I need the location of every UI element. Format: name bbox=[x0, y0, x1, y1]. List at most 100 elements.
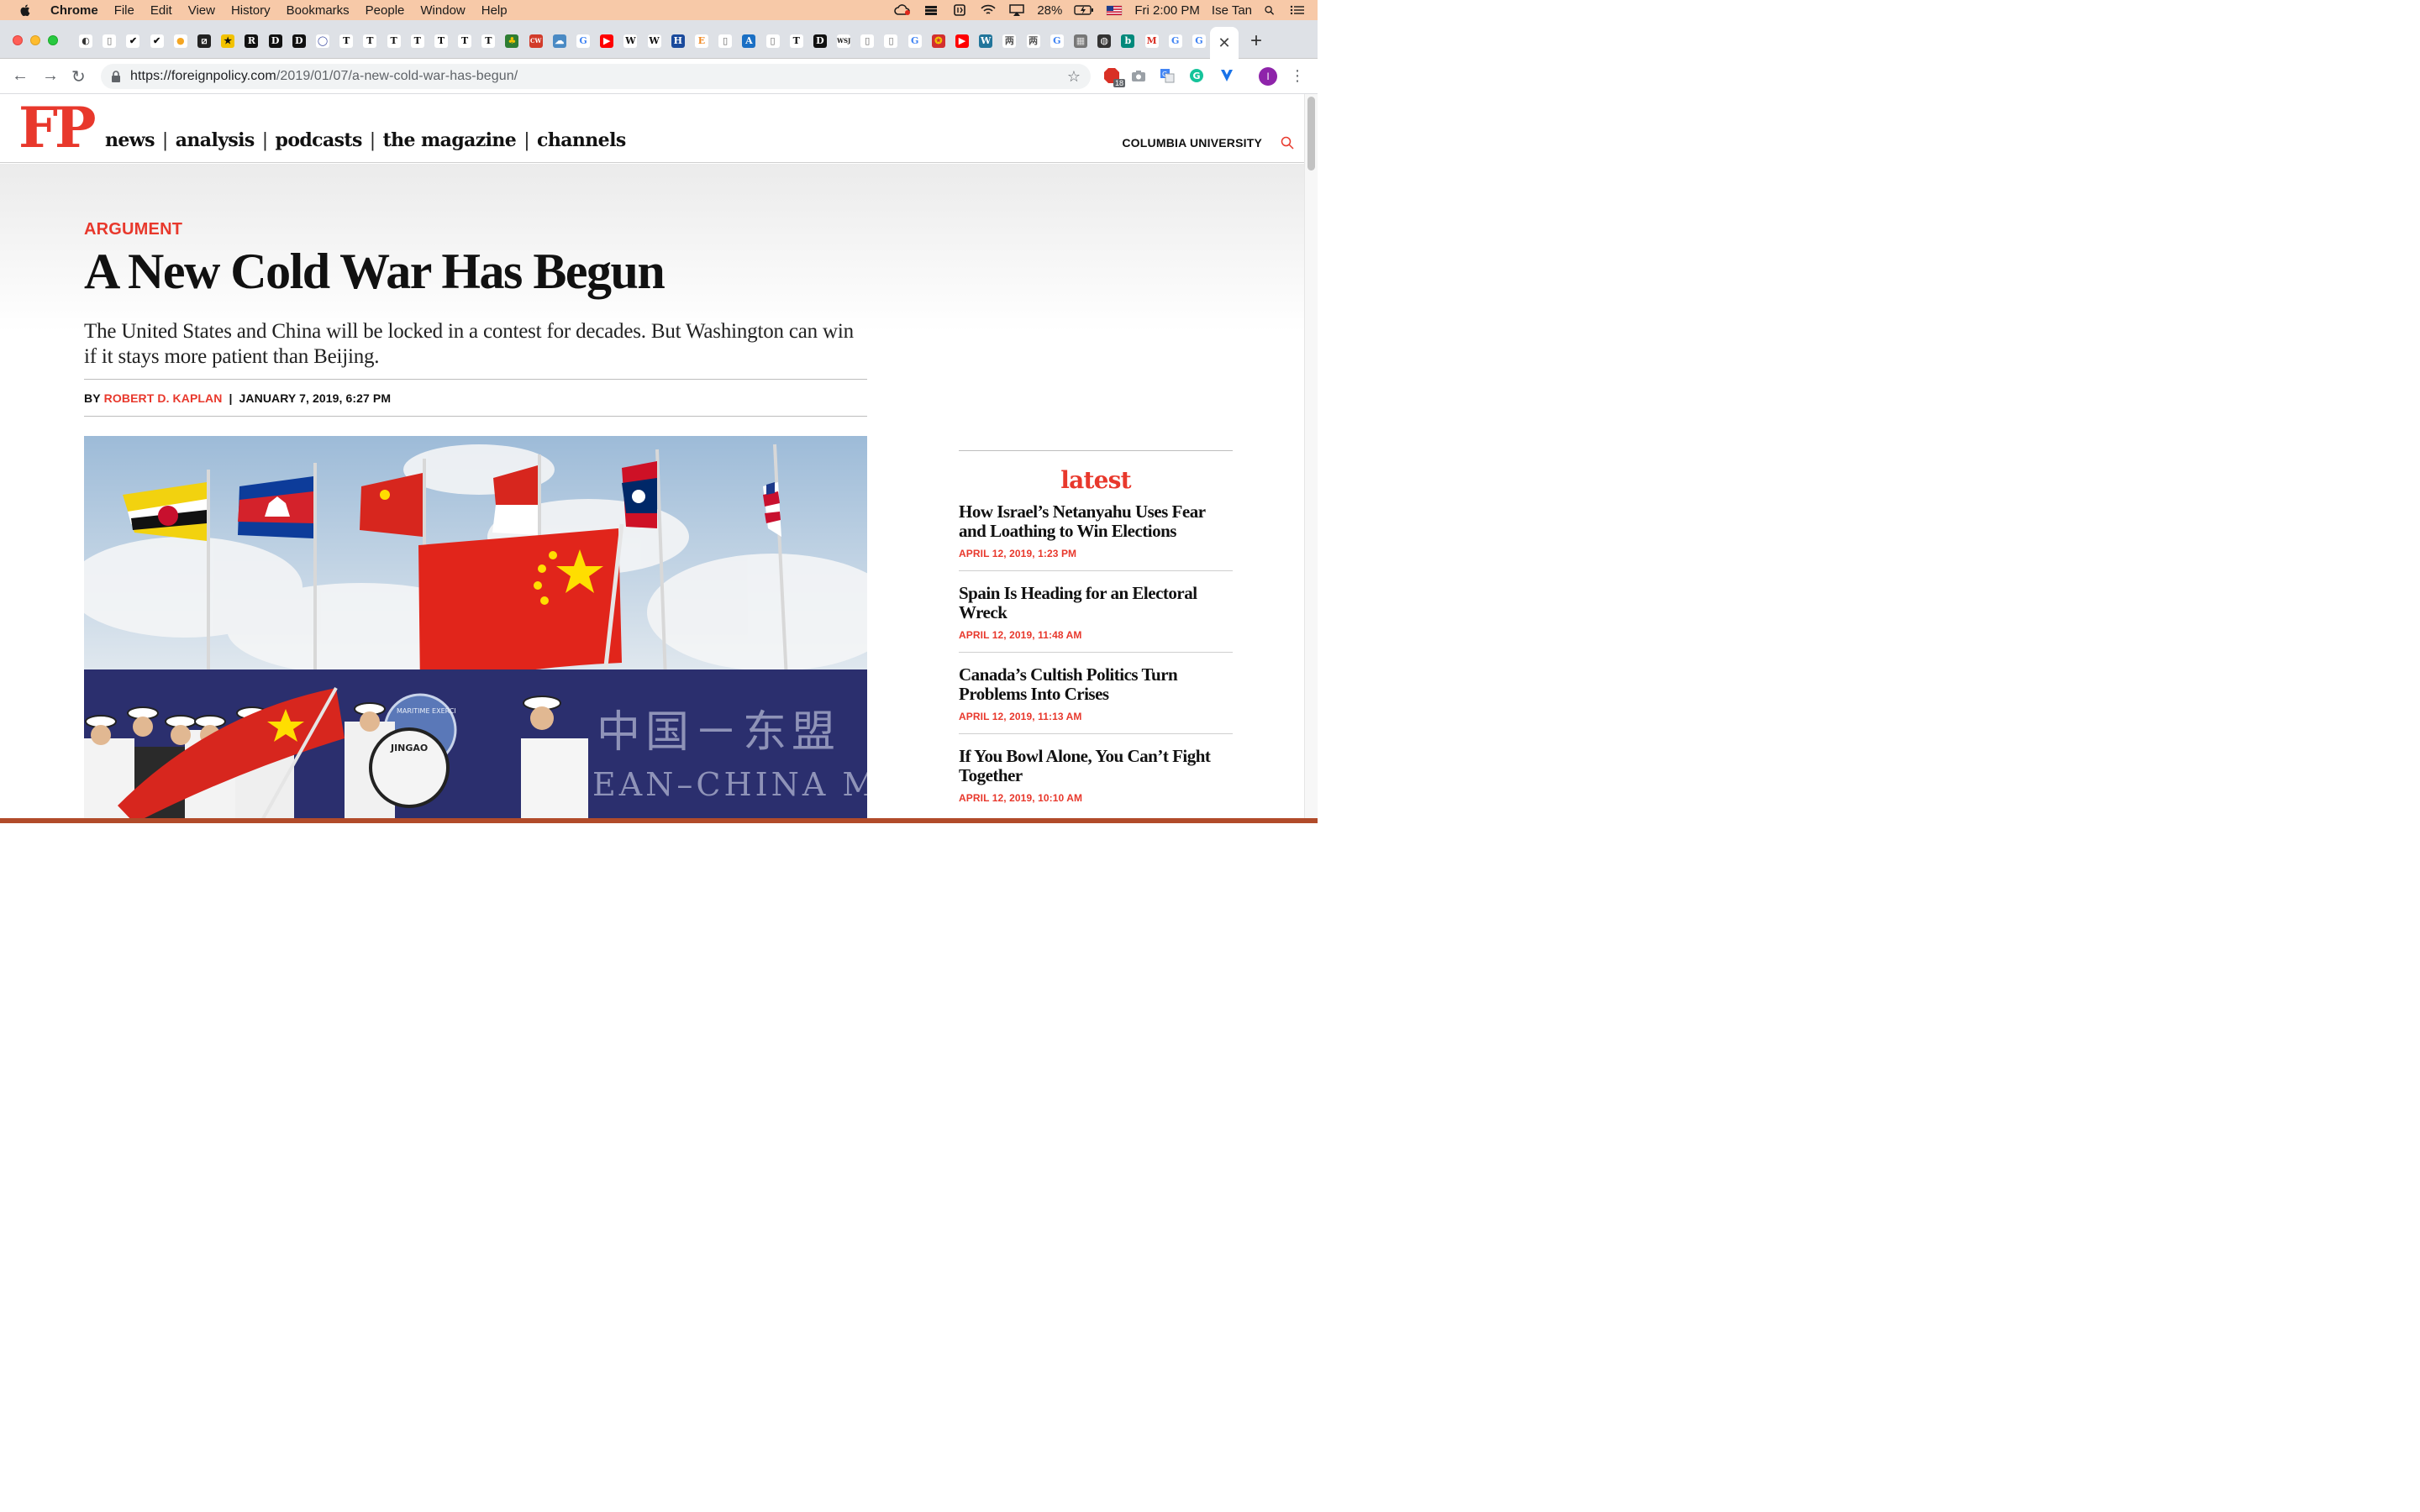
pinned-tab[interactable]: T bbox=[476, 32, 500, 50]
latest-item-headline[interactable]: Canada’s Cultish Politics Turn Problems … bbox=[959, 665, 1233, 704]
pinned-tab[interactable]: T bbox=[785, 32, 808, 50]
pinned-tab[interactable]: G bbox=[1045, 32, 1069, 50]
window-minimize-button[interactable] bbox=[30, 35, 40, 45]
author-link[interactable]: ROBERT D. KAPLAN bbox=[104, 391, 223, 405]
pinned-tab[interactable]: b bbox=[1116, 32, 1139, 50]
page-scrollbar[interactable] bbox=[1304, 94, 1318, 823]
pinned-tab[interactable]: M bbox=[1139, 32, 1163, 50]
extension-camera[interactable] bbox=[1130, 67, 1147, 84]
search-icon[interactable] bbox=[1281, 136, 1294, 150]
url-text[interactable]: https://foreignpolicy.com/2019/01/07/a-n… bbox=[130, 69, 518, 84]
pinned-tab[interactable]: ♣ bbox=[500, 32, 523, 50]
institution-link[interactable]: COLUMBIA UNIVERSITY bbox=[1122, 136, 1262, 150]
notification-center-icon[interactable] bbox=[1289, 4, 1306, 16]
menubar-user-name[interactable]: Ise Tan bbox=[1212, 3, 1252, 18]
pinned-tab[interactable]: ● bbox=[169, 32, 192, 50]
menu-people[interactable]: People bbox=[366, 3, 405, 18]
battery-charging-icon[interactable] bbox=[1074, 4, 1094, 16]
window-zoom-button[interactable] bbox=[48, 35, 58, 45]
pinned-tab[interactable]: G bbox=[1187, 32, 1211, 50]
pinned-tab[interactable]: D bbox=[287, 32, 311, 50]
extension-grammarly[interactable]: G bbox=[1188, 67, 1205, 84]
forward-button[interactable]: → bbox=[42, 66, 59, 86]
apple-menu-icon[interactable] bbox=[18, 3, 32, 17]
pinned-tab[interactable]: ▯ bbox=[855, 32, 879, 50]
pinned-tab[interactable]: A bbox=[737, 32, 760, 50]
pinned-tab[interactable]: T bbox=[406, 32, 429, 50]
battery-percentage[interactable]: 28% bbox=[1037, 3, 1062, 18]
pinned-tab[interactable]: D bbox=[264, 32, 287, 50]
menu-help[interactable]: Help bbox=[481, 3, 508, 18]
pinned-tab[interactable]: T bbox=[358, 32, 381, 50]
pinned-tab[interactable]: ◐ bbox=[74, 32, 97, 50]
latest-item-headline[interactable]: Spain Is Heading for an Electoral Wreck bbox=[959, 584, 1233, 622]
menu-history[interactable]: History bbox=[231, 3, 271, 18]
pinned-tab[interactable]: ◯ bbox=[311, 32, 334, 50]
address-bar[interactable]: https://foreignpolicy.com/2019/01/07/a-n… bbox=[101, 64, 1091, 89]
spotlight-search-icon[interactable] bbox=[1264, 4, 1277, 16]
menubar-clock[interactable]: Fri 2:00 PM bbox=[1134, 3, 1200, 18]
airplay-icon[interactable] bbox=[1008, 4, 1025, 16]
latest-item-headline[interactable]: If You Bowl Alone, You Can’t Fight Toget… bbox=[959, 747, 1233, 785]
reader-icon[interactable] bbox=[951, 4, 968, 16]
creative-cloud-icon[interactable] bbox=[894, 4, 911, 16]
wifi-icon[interactable] bbox=[980, 4, 997, 16]
menu-bookmarks[interactable]: Bookmarks bbox=[287, 3, 350, 18]
pinned-tab[interactable]: G bbox=[571, 32, 595, 50]
pinned-tab[interactable]: G bbox=[903, 32, 927, 50]
pinned-tab[interactable]: ▯ bbox=[713, 32, 737, 50]
tab-active[interactable]: ✕ bbox=[1210, 27, 1239, 59]
pinned-tab[interactable]: ☁ bbox=[548, 32, 571, 50]
pinned-tab[interactable]: 两 bbox=[997, 32, 1021, 50]
pinned-tab[interactable]: ▯ bbox=[760, 32, 784, 50]
nav-channels[interactable]: channels bbox=[537, 129, 626, 151]
pinned-tab[interactable]: ✪ bbox=[927, 32, 950, 50]
pinned-tab[interactable]: T bbox=[334, 32, 358, 50]
article-kicker[interactable]: ARGUMENT bbox=[84, 220, 182, 239]
pinned-tab[interactable]: ▯ bbox=[879, 32, 902, 50]
pinned-tab[interactable]: ▦ bbox=[1069, 32, 1092, 50]
pinned-tab[interactable]: W bbox=[974, 32, 997, 50]
nav-podcasts[interactable]: podcasts bbox=[276, 129, 363, 151]
pinned-tab[interactable]: ▯ bbox=[97, 32, 121, 50]
fp-logo[interactable]: FP bbox=[18, 97, 96, 158]
pinned-tab[interactable]: D bbox=[808, 32, 832, 50]
pinned-tab[interactable]: ★ bbox=[216, 32, 239, 50]
chrome-menu-icon[interactable]: ⋮ bbox=[1289, 67, 1306, 84]
nav-analysis[interactable]: analysis bbox=[176, 129, 255, 151]
window-close-button[interactable] bbox=[13, 35, 23, 45]
menu-view[interactable]: View bbox=[188, 3, 215, 18]
profile-avatar[interactable]: I bbox=[1259, 67, 1277, 86]
lock-icon[interactable] bbox=[111, 71, 121, 82]
menu-window[interactable]: Window bbox=[420, 3, 465, 18]
bookmark-star-icon[interactable]: ☆ bbox=[1067, 68, 1081, 86]
new-tab-button[interactable]: + bbox=[1250, 31, 1262, 51]
pinned-tab[interactable]: ⧄ bbox=[192, 32, 216, 50]
pinned-tab[interactable]: ✔ bbox=[145, 32, 169, 50]
pinned-tab[interactable]: ▶ bbox=[950, 32, 974, 50]
extension-adblock[interactable]: 18 bbox=[1103, 67, 1125, 87]
nav-news[interactable]: news bbox=[105, 129, 155, 151]
tab-close-icon[interactable]: ✕ bbox=[1218, 34, 1230, 52]
pinned-tab[interactable]: H bbox=[666, 32, 690, 50]
extension-ghostery[interactable] bbox=[1218, 67, 1235, 84]
extension-translate[interactable]: G bbox=[1159, 67, 1176, 84]
pinned-tab[interactable]: T bbox=[429, 32, 453, 50]
pinned-tab[interactable]: G bbox=[1164, 32, 1187, 50]
pinned-tab[interactable]: W bbox=[618, 32, 642, 50]
pinned-tab[interactable]: WSJ bbox=[832, 32, 855, 50]
pinned-tab[interactable]: R bbox=[239, 32, 263, 50]
us-flag-input-icon[interactable] bbox=[1106, 4, 1123, 16]
pinned-tab[interactable]: W bbox=[643, 32, 666, 50]
pinned-tab[interactable]: 两 bbox=[1022, 32, 1045, 50]
scrollbar-thumb[interactable] bbox=[1307, 97, 1315, 171]
pinned-tab[interactable]: T bbox=[453, 32, 476, 50]
reload-button[interactable]: ↻ bbox=[71, 66, 86, 87]
latest-item-headline[interactable]: How Israel’s Netanyahu Uses Fear and Loa… bbox=[959, 502, 1233, 541]
back-button[interactable]: ← bbox=[12, 66, 29, 86]
pinned-tab[interactable]: CW bbox=[524, 32, 548, 50]
menu-edit[interactable]: Edit bbox=[150, 3, 172, 18]
pinned-tab[interactable]: T bbox=[381, 32, 405, 50]
pinned-tab[interactable]: ◍ bbox=[1092, 32, 1116, 50]
menu-app-chrome[interactable]: Chrome bbox=[50, 3, 98, 18]
